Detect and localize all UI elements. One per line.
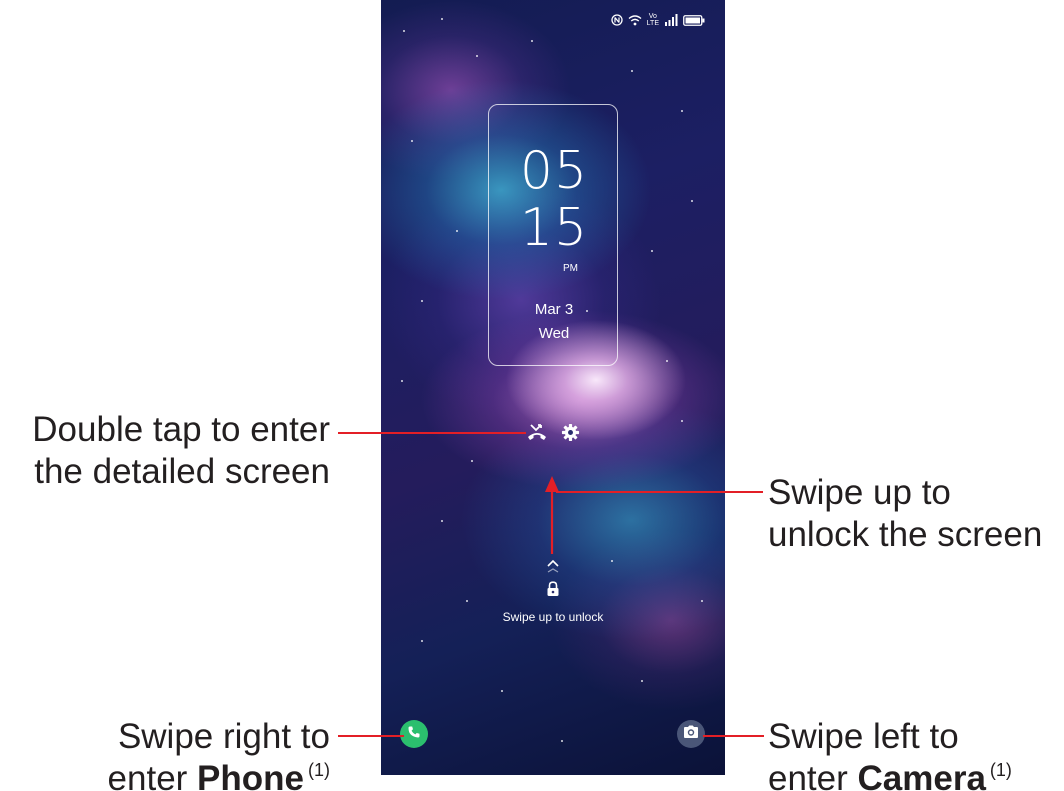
star [441,18,443,20]
star [411,140,413,142]
annotation-swipe-up: Swipe up to unlock the screen [768,473,1043,554]
star [466,600,468,602]
star [471,460,473,462]
swipe-up-hint: Swipe up to unlock [502,610,604,624]
star [681,110,683,112]
battery-icon [683,14,705,26]
star [403,30,405,32]
callout-line-double-tap [338,432,526,434]
star [531,40,533,42]
star [441,520,443,522]
annotation-swipe-left: Swipe left to enter Camera (1) [768,717,1012,791]
status-bar: Vo LTE [611,13,705,27]
annotation-swipe-right: Swipe right to enter Phone (1) [107,717,330,791]
star [476,55,478,57]
callout-line-swipe-up [556,491,763,493]
star [631,70,633,72]
phone-shortcut-button[interactable] [400,720,428,748]
star [666,360,668,362]
star [561,740,563,742]
missed-call-icon[interactable] [527,423,547,446]
callout-line-swipe-left [703,735,764,737]
illustration-stage: Vo LTE 05 15 PM Mar 3 Wed Swipe up to un… [0,0,1064,791]
star [421,640,423,642]
volte-icon: Vo LTE [646,13,659,27]
phone-icon [407,725,421,744]
camera-icon [683,725,699,744]
nfc-icon [611,14,623,26]
star [651,250,653,252]
lock-date: Mar 3 [534,301,574,318]
annotation-double-tap: Double tap to enter the detailed screen [32,410,330,491]
camera-shortcut-button[interactable] [677,720,705,748]
star [681,420,683,422]
swipe-up-arrow [537,476,567,561]
lock-icon[interactable] [546,581,560,602]
clock-ampm: PM [563,263,578,274]
clock-minute: 15 [519,198,589,258]
star [421,300,423,302]
clock-hour: 05 [519,141,589,201]
wifi-icon [628,14,642,26]
star [691,200,693,202]
star [456,230,458,232]
star [501,690,503,692]
star [401,380,403,382]
star [611,560,613,562]
chevron-up-icon [546,559,560,580]
settings-icon[interactable] [561,423,580,447]
clock-widget[interactable]: 05 15 PM Mar 3 Wed [488,104,618,366]
phone-lock-screen: Vo LTE 05 15 PM Mar 3 Wed Swipe up to un… [381,0,725,775]
signal-icon [664,14,678,26]
lock-day: Wed [538,325,570,342]
callout-line-swipe-right [338,735,404,737]
star [641,680,643,682]
star [701,600,703,602]
